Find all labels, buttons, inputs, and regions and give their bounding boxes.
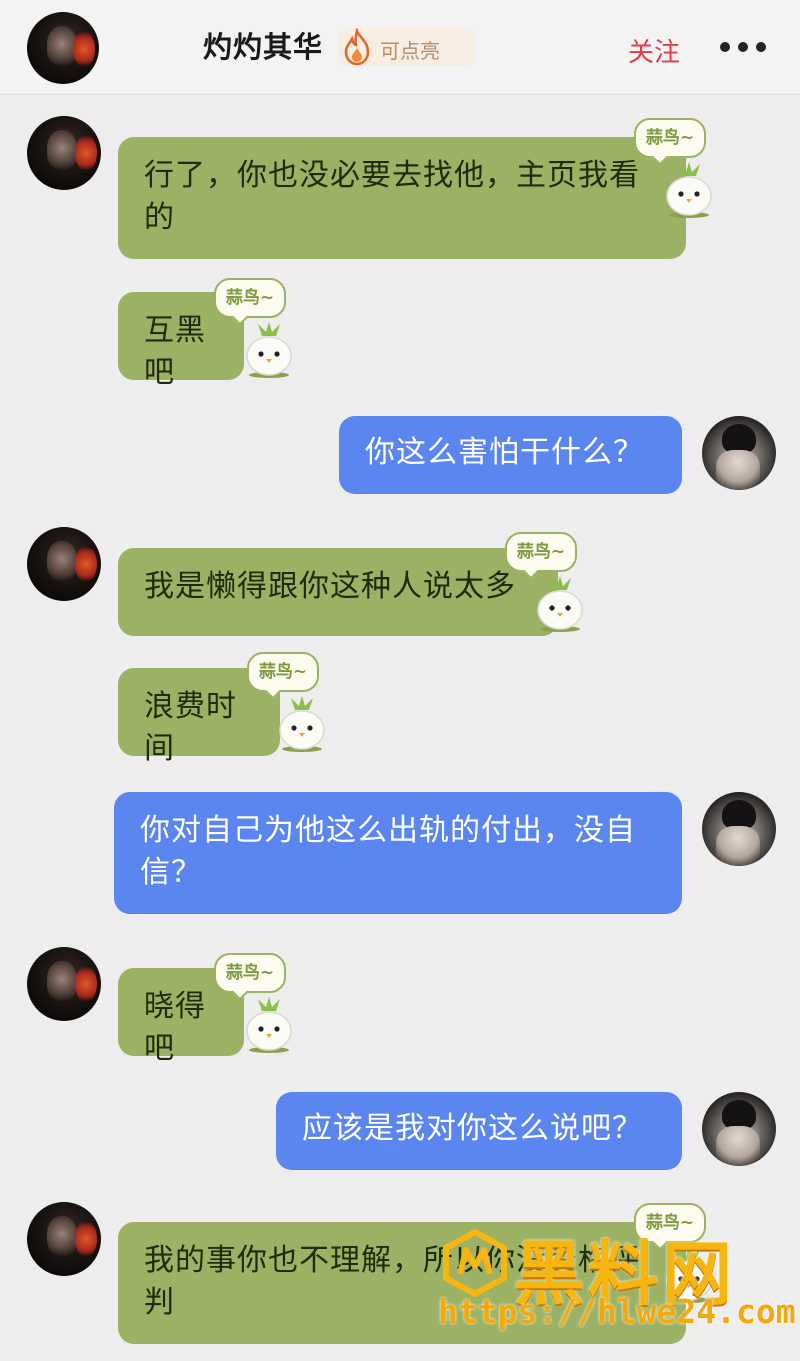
- sender-avatar[interactable]: [27, 116, 101, 190]
- message-bubble-outgoing[interactable]: 你这么害怕干什么？: [339, 416, 682, 494]
- message-bubble-incoming[interactable]: 行了，你也没必要去找他，主页我看的: [118, 137, 686, 259]
- watermark-url: https://hlwe24.com: [438, 1292, 796, 1331]
- chick-icon: [537, 576, 583, 632]
- flame-icon: [344, 28, 370, 66]
- message-bubble-outgoing[interactable]: 应该是我对你这么说吧？: [276, 1092, 682, 1170]
- sender-avatar[interactable]: [27, 947, 101, 1021]
- watermark: 黑料网 https://hlwe24.com: [430, 1220, 800, 1340]
- sticker-text: 蒜鸟~: [214, 278, 286, 318]
- follow-button[interactable]: 关注: [628, 32, 680, 69]
- light-up-badge[interactable]: 可点亮: [338, 28, 476, 66]
- light-up-label: 可点亮: [380, 39, 440, 63]
- chick-icon: [279, 696, 325, 752]
- sticker-text: 蒜鸟~: [247, 652, 319, 692]
- my-avatar[interactable]: [702, 1092, 776, 1166]
- watermark-logo-icon: [443, 1228, 507, 1298]
- chick-icon: [246, 997, 292, 1053]
- garlic-bird-sticker: 蒜鸟~: [214, 278, 296, 378]
- chat-header: 灼灼其华 可点亮 关注: [0, 0, 800, 95]
- sender-avatar[interactable]: [27, 527, 101, 601]
- garlic-bird-sticker: 蒜鸟~: [634, 118, 716, 218]
- message-bubble-incoming[interactable]: 我是懒得跟你这种人说太多: [118, 548, 558, 636]
- contact-name: 灼灼其华: [203, 30, 324, 64]
- garlic-bird-sticker: 蒜鸟~: [214, 953, 296, 1053]
- sticker-text: 蒜鸟~: [214, 953, 286, 993]
- chick-icon: [666, 162, 712, 218]
- my-avatar[interactable]: [702, 792, 776, 866]
- my-avatar[interactable]: [702, 416, 776, 490]
- garlic-bird-sticker: 蒜鸟~: [247, 652, 329, 752]
- contact-avatar[interactable]: [27, 12, 99, 84]
- message-bubble-outgoing[interactable]: 你对自己为他这么出轨的付出，没自信？: [114, 792, 682, 914]
- sender-avatar[interactable]: [27, 1202, 101, 1276]
- chick-icon: [246, 322, 292, 378]
- more-dots-icon[interactable]: [720, 40, 766, 54]
- sticker-text: 蒜鸟~: [505, 532, 577, 572]
- garlic-bird-sticker: 蒜鸟~: [505, 532, 587, 632]
- sticker-text: 蒜鸟~: [634, 118, 706, 158]
